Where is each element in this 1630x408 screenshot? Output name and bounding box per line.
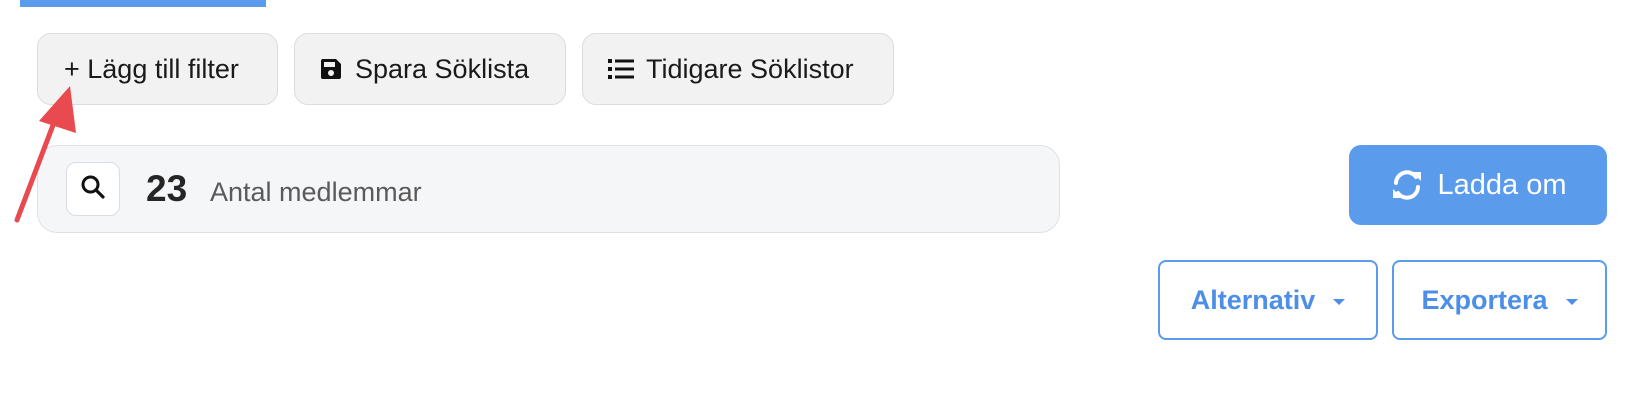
- floppy-disk-icon: [319, 57, 343, 81]
- previous-search-lists-button[interactable]: Tidigare Söklistor: [582, 33, 894, 105]
- search-summary-bar: 23 Antal medlemmar: [37, 145, 1060, 233]
- options-label: Alternativ: [1190, 284, 1316, 315]
- member-count: 23: [146, 168, 188, 209]
- export-dropdown-button[interactable]: Exportera: [1392, 260, 1607, 340]
- caret-down-icon: [1565, 298, 1578, 305]
- previous-search-lists-label: Tidigare Söklistor: [646, 53, 854, 84]
- reload-label: Ladda om: [1437, 168, 1567, 201]
- list-icon: [608, 58, 634, 80]
- member-count-label: Antal medlemmar: [210, 177, 422, 207]
- options-dropdown-button[interactable]: Alternativ: [1158, 260, 1378, 340]
- reload-button[interactable]: Ladda om: [1349, 145, 1607, 225]
- annotation-arrow: [14, 86, 76, 223]
- export-label: Exportera: [1421, 284, 1548, 315]
- save-search-list-button[interactable]: Spara Söklista: [294, 33, 566, 105]
- save-search-list-label: Spara Söklista: [355, 53, 530, 84]
- refresh-icon: [1390, 168, 1424, 202]
- caret-down-icon: [1333, 298, 1346, 305]
